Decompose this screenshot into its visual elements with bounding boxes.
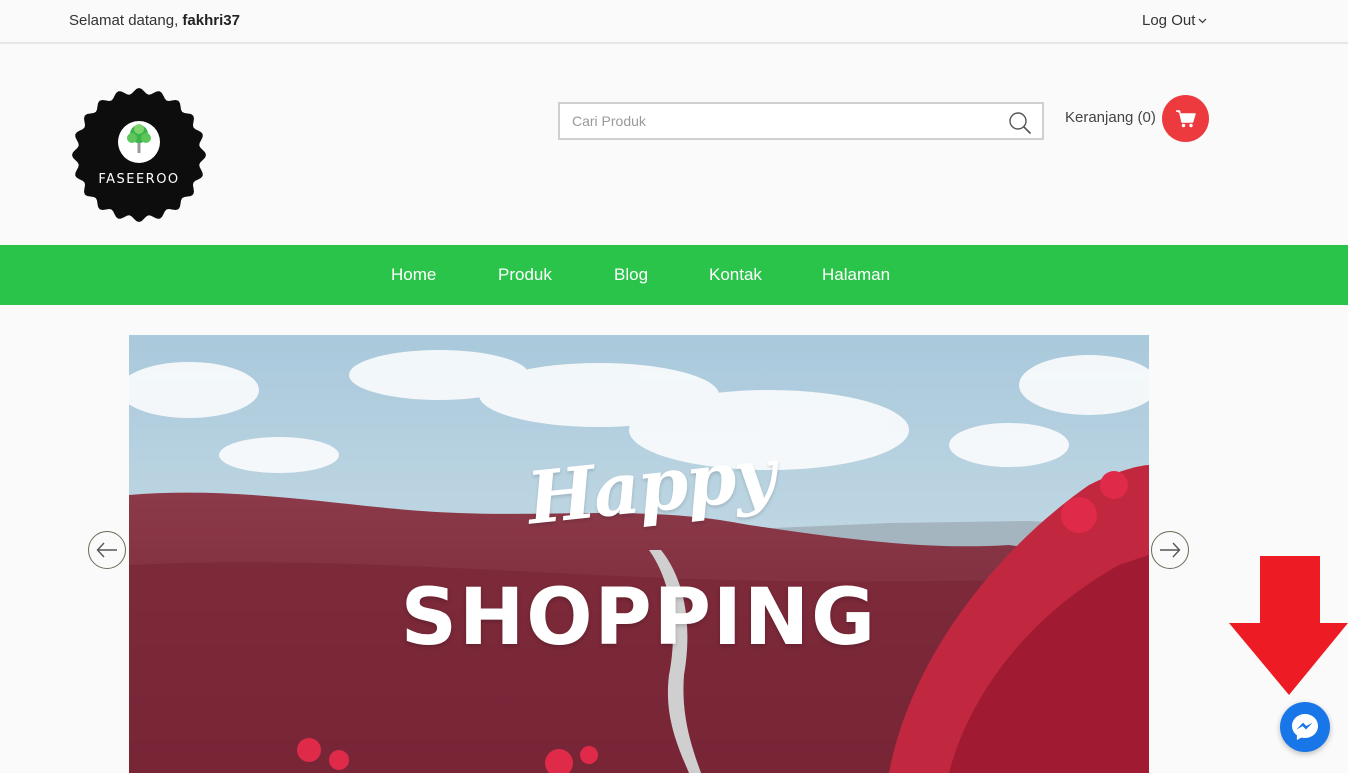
red-arrow-annotation [1229,556,1348,695]
nav-item-blog[interactable]: Blog [614,265,648,285]
arrow-right-icon [1160,542,1181,558]
search-icon[interactable] [1008,111,1032,135]
messenger-icon [1292,714,1318,740]
hero-slider: Happy SHOPPING [129,335,1149,773]
nav-item-halaman[interactable]: Halaman [822,265,890,285]
hero-headline: SHOPPING [400,573,878,663]
hero-image [129,335,1149,773]
nav-item-produk[interactable]: Produk [498,265,552,285]
cart-button[interactable] [1162,95,1209,142]
logout-menu[interactable]: Log Out [1142,12,1207,29]
nav-item-home[interactable]: Home [391,265,436,285]
logo-badge [72,88,206,222]
slider-next-button[interactable] [1151,531,1189,569]
site-logo[interactable]: FASEEROO [71,87,207,223]
welcome-prefix: Selamat datang, [69,12,183,29]
logout-label: Log Out [1142,12,1196,29]
messenger-chat-button[interactable] [1280,702,1330,752]
search-box [558,102,1044,140]
slider-prev-button[interactable] [88,531,126,569]
cart-label[interactable]: Keranjang (0) [1065,109,1156,126]
nav-item-kontak[interactable]: Kontak [709,265,762,285]
logo-text: FASEEROO [98,172,180,187]
arrow-left-icon [96,542,117,558]
chevron-down-icon [1198,18,1207,23]
welcome-message: Selamat datang, fakhri37 [69,12,240,29]
top-bar: Selamat datang, fakhri37 Log Out [0,0,1348,44]
main-nav: Home Produk Blog Kontak Halaman [0,245,1348,305]
username: fakhri37 [182,12,240,29]
search-input[interactable] [560,104,1000,138]
cart-icon [1175,109,1196,127]
